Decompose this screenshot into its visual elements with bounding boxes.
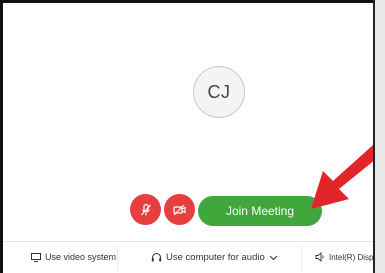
audio-option-label: Use computer for audio (166, 252, 265, 263)
video-off-icon (173, 204, 186, 215)
window-edge (373, 0, 385, 273)
join-meeting-label: Join Meeting (225, 204, 295, 218)
use-video-system-label: Use video system (45, 252, 117, 262)
speaker-icon (315, 252, 324, 262)
use-video-system-button[interactable]: Use video system (31, 252, 116, 262)
speaker-device-selector[interactable]: Intel(R) Display Aud (315, 252, 380, 262)
divider (301, 246, 302, 272)
avatar-initials: CJ (207, 81, 231, 102)
chevron-down-icon (269, 255, 278, 260)
headset-icon (151, 253, 162, 262)
mute-button[interactable] (130, 194, 161, 225)
microphone-muted-icon (140, 203, 151, 215)
divider (117, 246, 118, 272)
avatar: CJ (193, 66, 245, 118)
red-arrow-icon (311, 145, 380, 209)
meeting-window: CJ Join Meeting Use video system Use com… (0, 0, 381, 273)
stop-video-button[interactable] (164, 194, 195, 225)
video-system-icon (31, 252, 41, 262)
audio-option-dropdown[interactable]: Use computer for audio (151, 252, 282, 263)
bottom-bar: Use video system Use computer for audio … (3, 241, 380, 273)
